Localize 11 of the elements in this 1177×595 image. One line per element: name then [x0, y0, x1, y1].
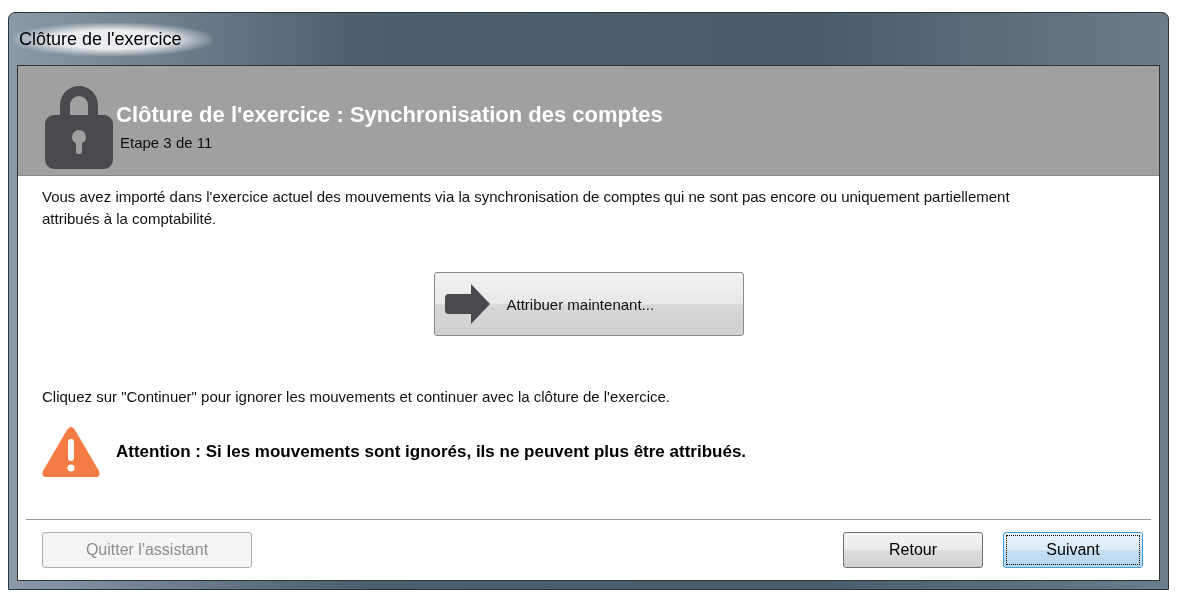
warning-text: Attention : Si les mouvements sont ignorés, ils ne peuvent plus être attribués.	[116, 442, 747, 462]
window-title: Clôture de l'exercice	[13, 22, 212, 56]
arrow-icon	[444, 283, 491, 325]
assign-now-button[interactable]: Attribuer maintenant...	[433, 272, 744, 336]
step-counter: Etape 3 de 11	[120, 134, 214, 151]
step-title: Clôture de l'exercice : Synchronisation des comptes	[116, 102, 663, 128]
next-button[interactable]: Suivant	[1003, 532, 1143, 568]
back-button[interactable]: Retour	[843, 532, 983, 568]
instruction-text: Cliquez sur "Continuer" pour ignorer les mouvements et continuer avec la clôture de l'exercice.	[42, 387, 671, 407]
intro-text: Vous avez importé dans l'exercice actuel des mouvements via la synchronisation de comptes qui ne sont pas encore ou uniquement partiellement attribués à la comptabilité.	[42, 187, 1011, 229]
warning-icon	[42, 426, 100, 478]
